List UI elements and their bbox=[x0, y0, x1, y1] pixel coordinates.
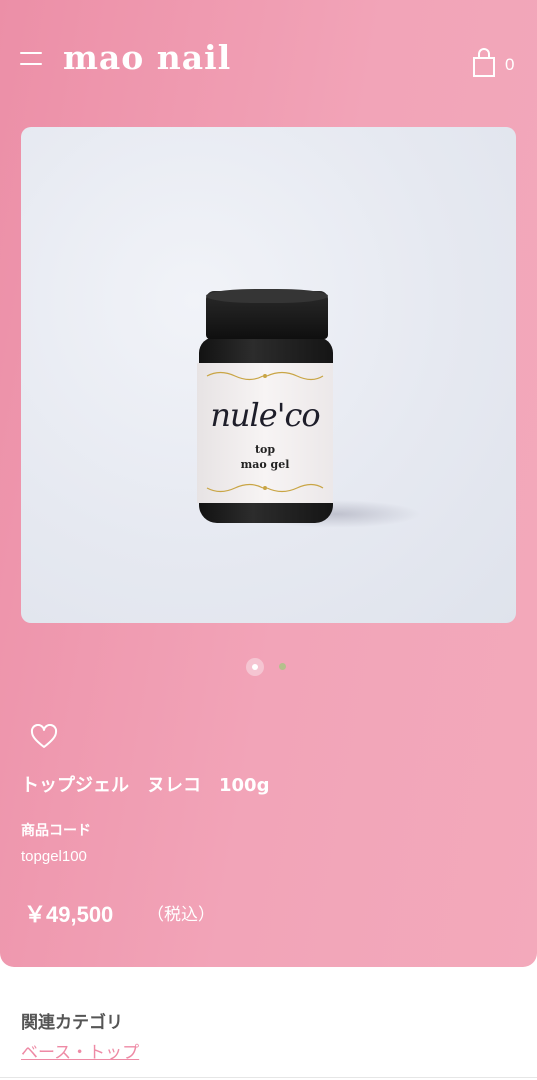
pagination-dot[interactable] bbox=[279, 663, 286, 670]
product-code-label: 商品コード bbox=[21, 823, 91, 839]
jar-brand-text: nule'co bbox=[210, 396, 320, 434]
product-code-value: topgel100 bbox=[21, 848, 87, 865]
hamburger-icon[interactable] bbox=[20, 51, 42, 67]
favorite-button[interactable] bbox=[30, 723, 58, 750]
cart-count: 0 bbox=[505, 55, 515, 74]
tax-note: （税込） bbox=[147, 905, 215, 925]
divider bbox=[0, 1077, 537, 1078]
site-logo[interactable]: mao nail bbox=[63, 38, 231, 77]
product-image-gallery[interactable]: nule'co top mao gel bbox=[21, 127, 516, 623]
product-price: ￥49,500 bbox=[24, 902, 114, 927]
vine-ornament-icon bbox=[206, 483, 324, 493]
site-header: mao nail 0 bbox=[0, 0, 537, 125]
vine-ornament-icon bbox=[206, 371, 324, 381]
related-category-label: 関連カテゴリ bbox=[21, 1013, 123, 1033]
product-title: トップジェル ヌレコ 100g bbox=[21, 775, 270, 796]
gallery-pagination bbox=[246, 658, 296, 676]
jar-label: nule'co top mao gel bbox=[197, 363, 333, 503]
pagination-dot-active[interactable] bbox=[246, 658, 264, 676]
related-category-link[interactable]: ベース・トップ bbox=[21, 1038, 139, 1063]
jar-label-line2: mao gel bbox=[240, 458, 290, 471]
heart-icon bbox=[30, 723, 58, 748]
jar-label-line1: top bbox=[254, 443, 276, 456]
cart-button[interactable]: 0 bbox=[472, 48, 518, 78]
shopping-bag-icon bbox=[473, 48, 495, 77]
